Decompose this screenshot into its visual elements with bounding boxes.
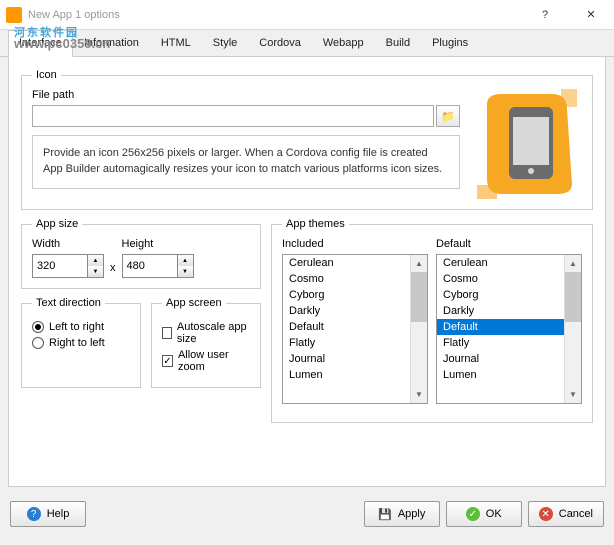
list-item[interactable]: Cyborg xyxy=(437,287,581,303)
scrollbar[interactable]: ▲ ▼ xyxy=(564,255,581,403)
scroll-up-icon[interactable]: ▲ xyxy=(411,255,427,272)
cancel-label: Cancel xyxy=(559,508,593,520)
checkbox-icon: ✓ xyxy=(162,355,173,367)
list-item[interactable]: Cerulean xyxy=(437,255,581,271)
list-item[interactable]: Lumen xyxy=(283,367,427,383)
filepath-label: File path xyxy=(32,89,460,101)
ok-label: OK xyxy=(486,508,502,520)
check-zoom[interactable]: ✓ Allow user zoom xyxy=(162,349,250,373)
list-item[interactable]: Darkly xyxy=(437,303,581,319)
watermark: 河东软件园 www.pc0359.cn xyxy=(14,24,110,51)
browse-button[interactable]: 📁 xyxy=(436,105,460,127)
app-size-legend: App size xyxy=(32,218,82,230)
radio-dot-icon xyxy=(32,321,44,333)
tab-cordova[interactable]: Cordova xyxy=(248,30,312,56)
watermark-sub: www.pc0359.cn xyxy=(14,36,110,51)
height-up[interactable]: ▲ xyxy=(178,255,193,266)
scroll-thumb[interactable] xyxy=(565,272,581,322)
folder-icon: 📁 xyxy=(441,110,455,123)
checkbox-icon xyxy=(162,327,172,339)
list-item[interactable]: Cerulean xyxy=(283,255,427,271)
width-up[interactable]: ▲ xyxy=(88,255,103,266)
list-item[interactable]: Cosmo xyxy=(283,271,427,287)
text-direction-legend: Text direction xyxy=(32,297,105,309)
list-item[interactable]: Darkly xyxy=(283,303,427,319)
app-size-group: App size Width ▲▼ x Height xyxy=(21,218,261,289)
app-screen-legend: App screen xyxy=(162,297,226,309)
tab-build[interactable]: Build xyxy=(375,30,421,56)
cancel-icon: ✕ xyxy=(539,507,553,521)
icon-hint: Provide an icon 256x256 pixels or larger… xyxy=(32,135,460,189)
help-label: Help xyxy=(47,508,70,520)
scrollbar[interactable]: ▲ ▼ xyxy=(410,255,427,403)
width-spinbox[interactable]: ▲▼ xyxy=(32,254,104,278)
icon-group: Icon File path 📁 Provide an icon 256x256… xyxy=(21,69,593,210)
radio-rtl[interactable]: Right to left xyxy=(32,337,130,349)
window-title: New App 1 options xyxy=(28,9,522,21)
width-input[interactable] xyxy=(33,255,87,277)
tab-body: Icon File path 📁 Provide an icon 256x256… xyxy=(8,57,606,487)
list-item[interactable]: Default xyxy=(437,319,581,335)
phone-illustration xyxy=(477,89,577,199)
app-screen-group: App screen Autoscale app size ✓ Allow us… xyxy=(151,297,261,388)
ok-button[interactable]: ✓ OK xyxy=(446,501,522,527)
app-themes-legend: App themes xyxy=(282,218,349,230)
help-button[interactable]: ? Help xyxy=(10,501,86,527)
list-item[interactable]: Lumen xyxy=(437,367,581,383)
filepath-input[interactable] xyxy=(32,105,434,127)
tab-webapp[interactable]: Webapp xyxy=(312,30,375,56)
check-zoom-label: Allow user zoom xyxy=(178,349,250,373)
default-listbox[interactable]: Cerulean Cosmo Cyborg Darkly Default Fla… xyxy=(436,254,582,404)
close-button[interactable]: ✕ xyxy=(568,0,614,30)
radio-rtl-label: Right to left xyxy=(49,337,105,349)
height-input[interactable] xyxy=(123,255,177,277)
default-label: Default xyxy=(436,238,582,250)
height-down[interactable]: ▼ xyxy=(178,266,193,277)
size-separator: x xyxy=(110,262,116,278)
tab-style[interactable]: Style xyxy=(202,30,248,56)
included-label: Included xyxy=(282,238,428,250)
scroll-down-icon[interactable]: ▼ xyxy=(411,386,427,403)
cancel-button[interactable]: ✕ Cancel xyxy=(528,501,604,527)
width-label: Width xyxy=(32,238,104,250)
check-autoscale[interactable]: Autoscale app size xyxy=(162,321,250,345)
footer: ? Help 💾 Apply ✓ OK ✕ Cancel xyxy=(0,495,614,533)
help-icon: ? xyxy=(27,507,41,521)
scroll-thumb[interactable] xyxy=(411,272,427,322)
help-titlebar-button[interactable]: ? xyxy=(522,0,568,30)
app-themes-group: App themes Included Cerulean Cosmo Cybor… xyxy=(271,218,593,423)
width-down[interactable]: ▼ xyxy=(88,266,103,277)
list-item[interactable]: Flatly xyxy=(437,335,581,351)
height-label: Height xyxy=(122,238,194,250)
apply-label: Apply xyxy=(398,508,426,520)
scroll-up-icon[interactable]: ▲ xyxy=(565,255,581,272)
icon-legend: Icon xyxy=(32,69,61,81)
radio-ltr[interactable]: Left to right xyxy=(32,321,130,333)
list-item[interactable]: Cyborg xyxy=(283,287,427,303)
list-item[interactable]: Default xyxy=(283,319,427,335)
scroll-down-icon[interactable]: ▼ xyxy=(565,386,581,403)
save-icon: 💾 xyxy=(378,508,392,521)
tab-plugins[interactable]: Plugins xyxy=(421,30,479,56)
height-spinbox[interactable]: ▲▼ xyxy=(122,254,194,278)
check-autoscale-label: Autoscale app size xyxy=(177,321,250,345)
radio-ltr-label: Left to right xyxy=(49,321,104,333)
text-direction-group: Text direction Left to right Right to le… xyxy=(21,297,141,388)
list-item[interactable]: Journal xyxy=(283,351,427,367)
apply-button[interactable]: 💾 Apply xyxy=(364,501,440,527)
tab-html[interactable]: HTML xyxy=(150,30,202,56)
list-item[interactable]: Flatly xyxy=(283,335,427,351)
check-icon: ✓ xyxy=(466,507,480,521)
radio-dot-icon xyxy=(32,337,44,349)
list-item[interactable]: Journal xyxy=(437,351,581,367)
included-listbox[interactable]: Cerulean Cosmo Cyborg Darkly Default Fla… xyxy=(282,254,428,404)
list-item[interactable]: Cosmo xyxy=(437,271,581,287)
app-icon xyxy=(6,7,22,23)
